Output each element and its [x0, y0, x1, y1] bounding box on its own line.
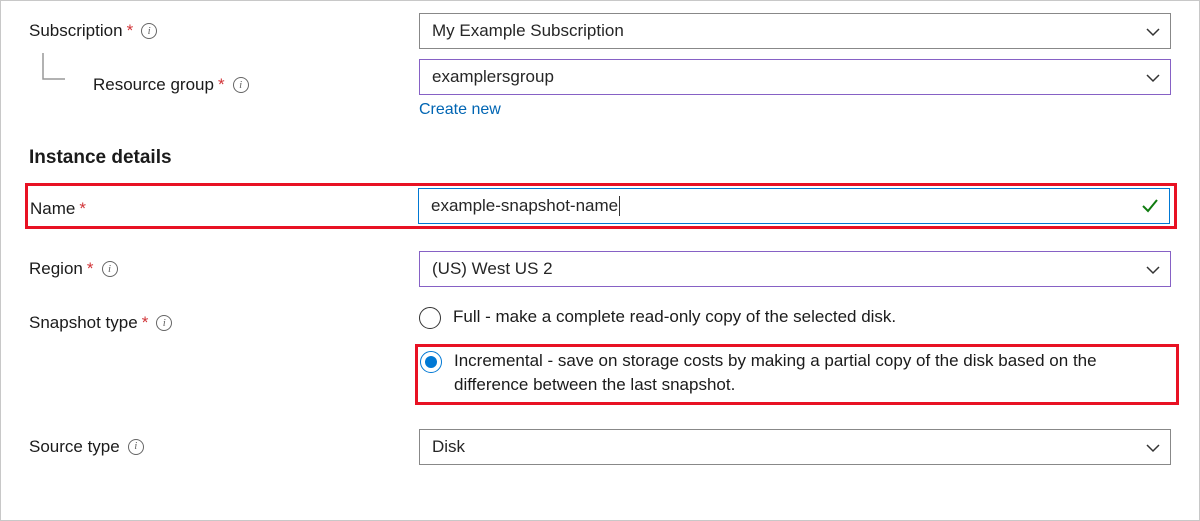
radio-button[interactable]: [420, 351, 442, 373]
required-indicator: *: [87, 259, 94, 279]
subscription-select[interactable]: My Example Subscription: [419, 13, 1171, 49]
chevron-down-icon: [1146, 24, 1160, 38]
info-icon[interactable]: i: [102, 261, 118, 277]
radio-label-full: Full - make a complete read-only copy of…: [453, 305, 896, 330]
chevron-down-icon: [1146, 70, 1160, 84]
resource-group-select[interactable]: examplersgroup: [419, 59, 1171, 95]
required-indicator: *: [127, 21, 134, 41]
required-indicator: *: [142, 313, 149, 333]
name-value: example-snapshot-name: [431, 196, 618, 216]
tree-connector-icon: [29, 67, 67, 103]
radio-option-incremental[interactable]: Incremental - save on storage costs by m…: [420, 349, 1172, 398]
radio-option-full[interactable]: Full - make a complete read-only copy of…: [419, 305, 1171, 330]
region-label-group: Region * i: [29, 251, 419, 279]
name-label: Name: [30, 199, 75, 219]
create-new-link[interactable]: Create new: [419, 101, 501, 119]
info-icon[interactable]: i: [156, 315, 172, 331]
text-caret: [619, 196, 620, 216]
resource-group-label-group: Resource group * i: [29, 59, 419, 103]
instance-details-header: Instance details: [29, 147, 1171, 169]
chevron-down-icon: [1146, 262, 1160, 276]
snapshot-type-label-group: Snapshot type * i: [29, 305, 419, 333]
source-type-value: Disk: [432, 437, 465, 457]
info-icon[interactable]: i: [128, 439, 144, 455]
resource-group-value: examplersgroup: [432, 67, 554, 87]
subscription-label: Subscription: [29, 21, 123, 41]
name-label-group: Name *: [30, 188, 418, 224]
snapshot-type-label: Snapshot type: [29, 313, 138, 333]
chevron-down-icon: [1146, 440, 1160, 454]
name-row-highlight: Name * example-snapshot-name: [25, 183, 1177, 229]
required-indicator: *: [218, 75, 225, 95]
region-label: Region: [29, 259, 83, 279]
resource-group-label: Resource group: [93, 75, 214, 95]
radio-button[interactable]: [419, 307, 441, 329]
check-icon: [1141, 197, 1159, 215]
name-input[interactable]: example-snapshot-name: [418, 188, 1170, 224]
source-type-label-group: Source type i: [29, 429, 419, 457]
info-icon[interactable]: i: [141, 23, 157, 39]
incremental-highlight: Incremental - save on storage costs by m…: [415, 344, 1179, 405]
snapshot-type-radio-group: Full - make a complete read-only copy of…: [419, 305, 1171, 405]
source-type-label: Source type: [29, 437, 120, 457]
region-value: (US) West US 2: [432, 259, 553, 279]
region-select[interactable]: (US) West US 2: [419, 251, 1171, 287]
source-type-select[interactable]: Disk: [419, 429, 1171, 465]
subscription-value: My Example Subscription: [432, 21, 624, 41]
subscription-label-group: Subscription * i: [29, 13, 419, 41]
required-indicator: *: [79, 199, 86, 219]
info-icon[interactable]: i: [233, 77, 249, 93]
radio-label-incremental: Incremental - save on storage costs by m…: [454, 349, 1172, 398]
